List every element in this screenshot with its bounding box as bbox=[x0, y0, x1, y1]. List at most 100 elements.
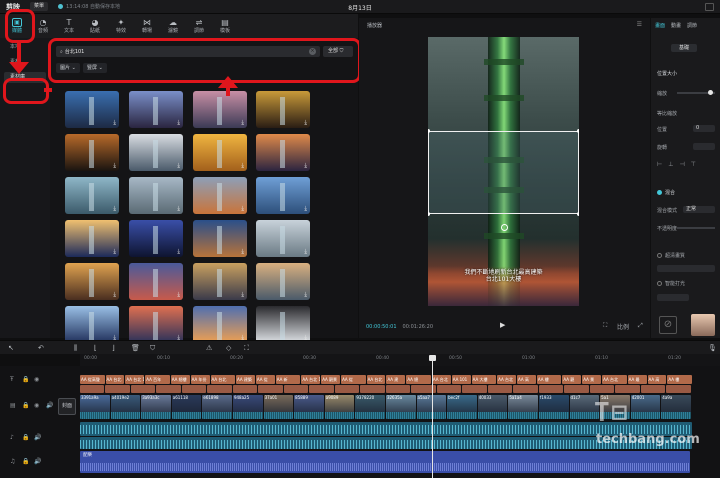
blend-mode-select[interactable]: 正常 bbox=[683, 206, 715, 213]
media-thumbnail[interactable]: ⤓ bbox=[193, 263, 247, 300]
video-clip[interactable]: f1933 bbox=[538, 395, 569, 419]
split-right-icon[interactable]: ⌋ bbox=[112, 344, 115, 352]
download-icon[interactable]: ⤓ bbox=[113, 120, 116, 126]
timeline-ruler[interactable]: 00:00 00:10 00:20 00:30 00:40 00:50 01:00 01:10… bbox=[80, 354, 720, 366]
smart-light-dropdown[interactable] bbox=[657, 294, 689, 301]
subtitle-clip[interactable] bbox=[309, 385, 334, 393]
subtitle-clip[interactable]: AA 台北 bbox=[497, 375, 516, 384]
video-clip[interactable]: 9378220 bbox=[355, 395, 385, 419]
download-icon[interactable]: ⤓ bbox=[177, 206, 180, 212]
subtitle-clip[interactable]: AA 台北 bbox=[602, 375, 627, 384]
subtitle-clip[interactable]: AA 景 bbox=[582, 375, 602, 384]
download-icon[interactable]: ⤓ bbox=[241, 292, 244, 298]
media-thumbnail[interactable]: ⤓ bbox=[129, 177, 183, 214]
subtitle-clip[interactable] bbox=[539, 385, 563, 393]
subtitle-clip[interactable]: AA 台北 bbox=[210, 375, 236, 384]
subtitle-clip[interactable] bbox=[105, 385, 130, 393]
download-icon[interactable]: ⤓ bbox=[241, 206, 244, 212]
subtitle-clip[interactable] bbox=[386, 385, 410, 393]
download-icon[interactable]: ⤓ bbox=[241, 163, 244, 169]
diamond-icon[interactable]: ◇ bbox=[226, 344, 231, 352]
download-icon[interactable]: ⤓ bbox=[304, 163, 307, 169]
media-thumbnail[interactable]: ⤓ bbox=[65, 91, 119, 128]
video-clip[interactable]: 3391a9a bbox=[80, 395, 110, 419]
rotate-icon[interactable] bbox=[501, 224, 508, 231]
download-icon[interactable]: ⤓ bbox=[304, 292, 307, 298]
menu-button[interactable]: 菜單 bbox=[30, 2, 49, 11]
lock-icon[interactable]: 🔒 bbox=[22, 434, 29, 441]
subtitle-clip[interactable]: AA 101 bbox=[451, 375, 471, 384]
split-icon[interactable]: ⫼ bbox=[74, 344, 77, 353]
media-thumbnail[interactable]: ⤓ bbox=[256, 306, 310, 343]
selection-box[interactable] bbox=[428, 129, 579, 231]
subtitle-clip[interactable]: AA 觀景 bbox=[321, 375, 341, 384]
media-thumbnail[interactable]: ⤓ bbox=[129, 220, 183, 257]
download-icon[interactable]: ⤓ bbox=[113, 206, 116, 212]
tool-8[interactable]: ▤ 模板 bbox=[212, 15, 238, 37]
cover-button[interactable]: 封面 bbox=[58, 398, 76, 415]
media-thumbnail[interactable]: ⤓ bbox=[193, 134, 247, 171]
subtitle-clip[interactable] bbox=[360, 385, 385, 393]
subtitle-clip[interactable]: AA 觀 bbox=[562, 375, 582, 384]
download-icon[interactable]: ⤓ bbox=[241, 249, 244, 255]
video-clip[interactable]: a61118 bbox=[171, 395, 202, 419]
video-clip[interactable]: a4019e2 bbox=[110, 395, 141, 419]
volume-icon[interactable]: 🔊 bbox=[46, 402, 53, 409]
subtitle-clip[interactable] bbox=[437, 385, 461, 393]
music-clip[interactable]: 配樂 bbox=[80, 451, 690, 473]
subtitle-clip[interactable]: AA 大樓 bbox=[471, 375, 497, 384]
subtitle-clip[interactable] bbox=[590, 385, 614, 393]
nav-item-local[interactable]: 本地 bbox=[4, 42, 46, 53]
subtitle-clip[interactable] bbox=[233, 385, 257, 393]
scale-slider[interactable] bbox=[677, 90, 715, 95]
warning-icon[interactable]: ⚠ bbox=[206, 344, 212, 352]
media-thumbnail[interactable]: ⤓ bbox=[65, 134, 119, 171]
eye-icon[interactable]: ◉ bbox=[34, 402, 39, 409]
download-icon[interactable]: ⤓ bbox=[241, 120, 244, 126]
face-preset-thumbnail[interactable] bbox=[691, 314, 715, 336]
subtitle-clip[interactable] bbox=[641, 385, 665, 393]
mic-icon[interactable]: 🎙 bbox=[708, 344, 717, 352]
super-res-dropdown[interactable] bbox=[657, 265, 715, 272]
video-clip[interactable]: 948a25 bbox=[232, 395, 263, 419]
subtitle-clip[interactable]: AA 從 bbox=[255, 375, 275, 384]
shield-icon[interactable]: ⛉ bbox=[150, 344, 155, 353]
tab-picture[interactable]: 畫面 bbox=[655, 22, 665, 29]
subtitle-clip[interactable]: AA 台北 101 bbox=[301, 375, 321, 384]
subtitle-clip[interactable]: AA 年份 bbox=[190, 375, 210, 384]
delete-icon[interactable]: 🗑 bbox=[131, 344, 140, 352]
super-res-toggle[interactable] bbox=[657, 253, 662, 258]
crop-icon[interactable]: ⛶ bbox=[603, 322, 607, 330]
subtitle-clip[interactable] bbox=[131, 385, 155, 393]
tool-5[interactable]: ⋈ 轉場 bbox=[134, 15, 160, 37]
subtitle-clip[interactable]: AA 樓 bbox=[667, 375, 692, 384]
tool-4[interactable]: ✦ 特效 bbox=[108, 15, 134, 37]
ratio-button[interactable]: 比例 bbox=[617, 322, 629, 331]
video-clip[interactable]: a9089 bbox=[324, 395, 355, 419]
tool-7[interactable]: ⇌ 調節 bbox=[186, 15, 212, 37]
position-x-field[interactable]: 0 bbox=[693, 125, 715, 132]
media-thumbnail[interactable]: ⤓ bbox=[65, 263, 119, 300]
media-thumbnail[interactable]: ⤓ bbox=[129, 306, 183, 343]
media-thumbnail[interactable]: ⤓ bbox=[256, 263, 310, 300]
lock-icon[interactable]: 🔒 bbox=[22, 402, 29, 409]
subtitle-clip[interactable] bbox=[564, 385, 589, 393]
subtitle-clip[interactable]: AA 最 bbox=[627, 375, 647, 384]
media-thumbnail[interactable]: ⤓ bbox=[129, 134, 183, 171]
play-icon[interactable]: ▶ bbox=[500, 321, 505, 329]
volume-icon[interactable]: 🔊 bbox=[34, 458, 41, 465]
crop-icon[interactable]: ⛶ bbox=[244, 344, 249, 353]
resize-handle[interactable] bbox=[428, 129, 430, 133]
pointer-icon[interactable]: ↖ bbox=[8, 344, 14, 352]
no-entry-icon[interactable]: ⊘ bbox=[659, 316, 677, 334]
video-clip[interactable]: 32635a bbox=[385, 395, 416, 419]
video-clip[interactable]: 85889 bbox=[294, 395, 324, 419]
media-thumbnail[interactable]: ⤓ bbox=[65, 177, 119, 214]
tab-adjust[interactable]: 調節 bbox=[687, 22, 697, 29]
tab-animation[interactable]: 動畫 bbox=[671, 22, 681, 29]
rotate-field[interactable] bbox=[693, 143, 715, 150]
video-preview[interactable]: 我們不斷地刷新台北最高建築 台北101大樓 bbox=[428, 37, 579, 306]
blend-toggle[interactable] bbox=[657, 190, 662, 195]
opacity-slider[interactable] bbox=[677, 227, 715, 229]
split-left-icon[interactable]: ⌊ bbox=[94, 344, 97, 352]
